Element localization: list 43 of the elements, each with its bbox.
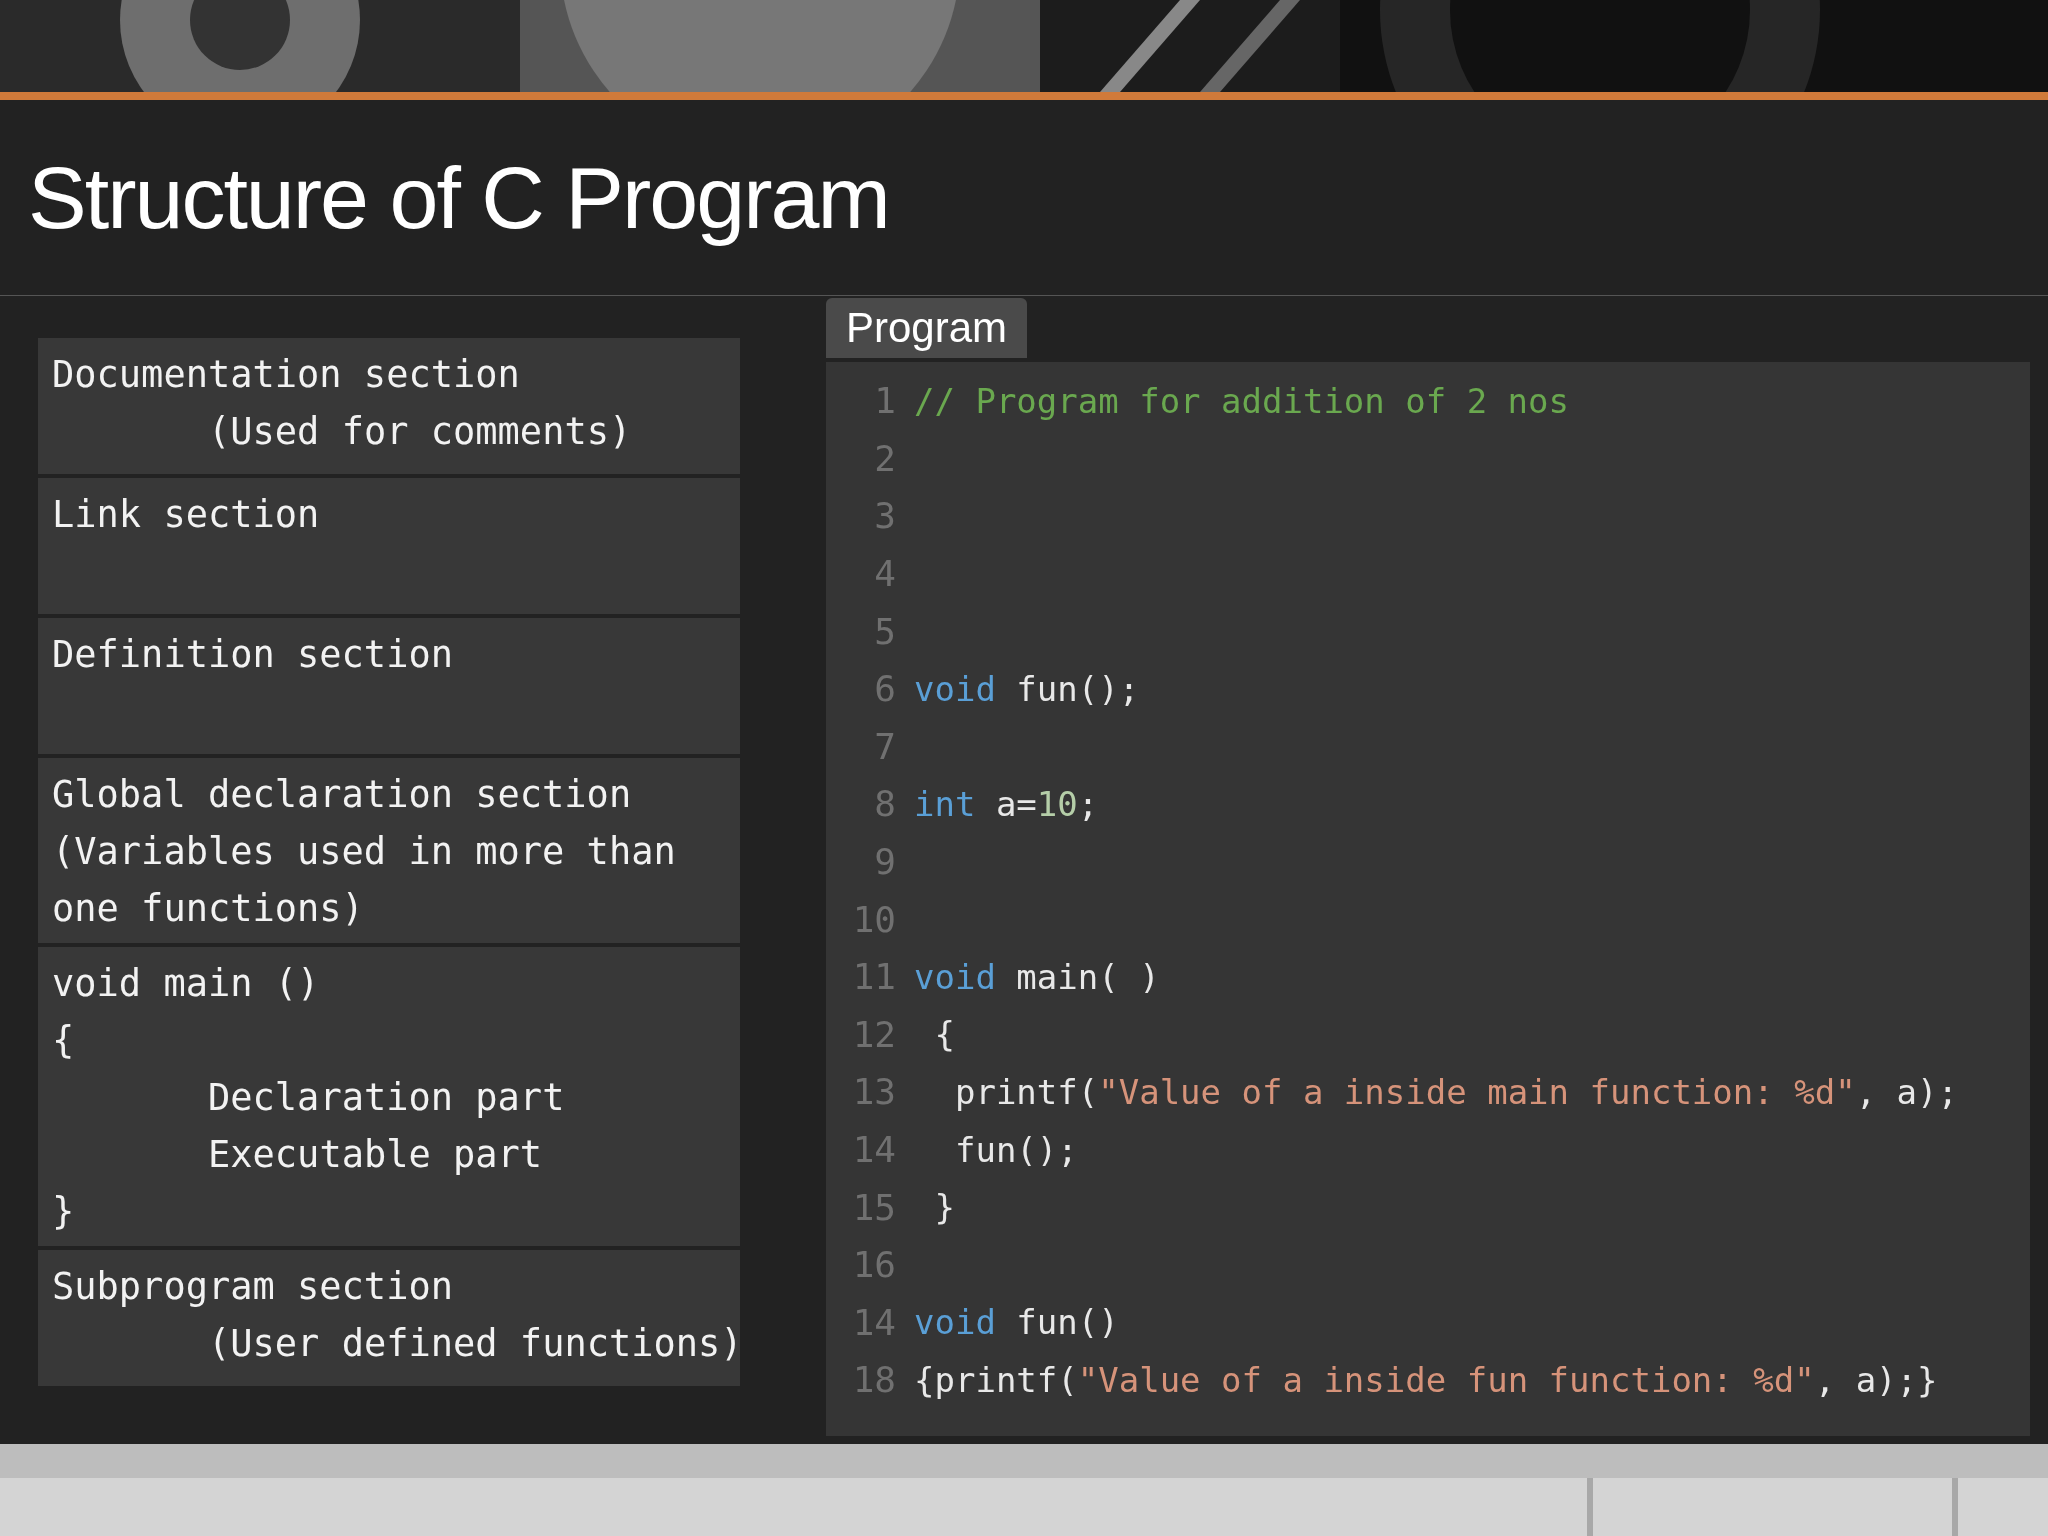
line-number: 15 <box>851 1186 896 1228</box>
section-text: Link section <box>52 492 320 538</box>
section-text: Documentation section <box>52 352 520 398</box>
line-number: 4 <box>873 553 896 595</box>
section-text: void main () <box>52 961 320 1007</box>
section-text: Executable part <box>207 1132 543 1178</box>
section-text: (Variables used in more than <box>52 829 676 875</box>
code-line: int a=10; <box>914 783 1099 824</box>
line-number: 3 <box>873 495 896 537</box>
line-number: 10 <box>851 898 896 940</box>
line-number: 2 <box>873 437 896 479</box>
line-number: 7 <box>873 725 896 767</box>
code-line: // Program for addition of 2 nos <box>914 380 1570 421</box>
section-text: (Used for comments) <box>207 409 632 455</box>
code-line: void main( ) <box>914 956 1160 997</box>
line-number: 6 <box>873 668 896 710</box>
line-number: 5 <box>873 610 896 652</box>
section-text: Global declaration section <box>52 772 632 818</box>
code-line: } <box>933 1187 955 1228</box>
line-number: 8 <box>873 783 896 825</box>
section-text: { <box>52 1018 75 1064</box>
line-number: 13 <box>851 1071 896 1113</box>
code-line: void fun() <box>914 1302 1119 1343</box>
section-text: Subprogram section <box>52 1264 453 1310</box>
line-number: 1 <box>873 380 896 422</box>
slide-title: Structure of C Program <box>28 146 889 249</box>
line-number: 11 <box>851 956 896 998</box>
line-number: 14 <box>851 1301 896 1343</box>
code-line: void fun(); <box>914 668 1140 709</box>
line-number: 9 <box>873 841 896 883</box>
line-number: 12 <box>851 1013 896 1055</box>
code-line: printf("Value of a inside main function: %d", a); <box>953 1071 1958 1112</box>
code-line: {printf("Value of a inside fun function: %d", a);} <box>914 1359 1938 1400</box>
line-number: 14 <box>851 1129 896 1170</box>
section-text: one functions) <box>52 886 364 932</box>
section-text: } <box>52 1189 75 1235</box>
section-text: Declaration part <box>207 1075 565 1121</box>
section-text: Definition section <box>52 632 453 678</box>
line-number: 16 <box>851 1244 896 1286</box>
line-number: 18 <box>851 1359 896 1401</box>
section-text: (User defined functions) <box>207 1321 743 1367</box>
code-line: { <box>933 1014 955 1055</box>
code-line: fun(); <box>953 1129 1078 1170</box>
